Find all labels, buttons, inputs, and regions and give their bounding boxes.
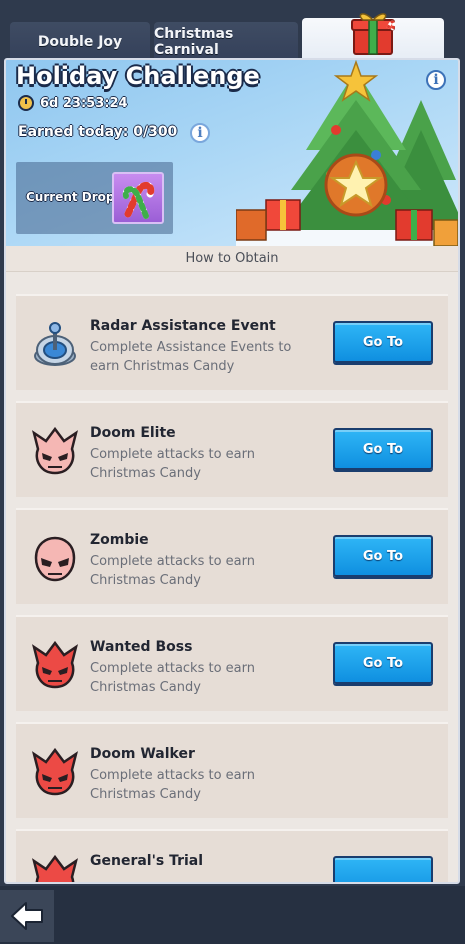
- task-title: Wanted Boss: [90, 639, 193, 655]
- list-item: Doom Elite Complete attacks to earn Chri…: [16, 401, 448, 497]
- task-description: Complete Assistance Events to earn Chris…: [90, 340, 292, 374]
- task-title: General's Trial: [90, 853, 204, 869]
- task-description: Complete attacks to earn Christmas Candy: [90, 554, 255, 588]
- task-description: Complete attacks to earn Christmas Candy: [90, 661, 255, 695]
- radar-icon: [34, 322, 76, 366]
- holiday-challenge-panel: Holiday Challenge i 6d 23:53:24 Earned t…: [4, 58, 460, 884]
- task-title: Doom Elite: [90, 425, 176, 441]
- task-title: Zombie: [90, 532, 149, 548]
- go-to-button[interactable]: Go To: [333, 428, 433, 470]
- list-item: Doom Walker Complete attacks to earn Chr…: [16, 722, 448, 818]
- list-item: General's Trial: [16, 829, 448, 882]
- red-skull-spiked-icon: [32, 641, 78, 689]
- candy-cane-icon: [122, 182, 155, 219]
- go-to-button[interactable]: [333, 856, 433, 882]
- go-to-button[interactable]: Go To: [333, 535, 433, 577]
- tab-bar: Double Joy Christmas Carnival: [10, 13, 446, 69]
- go-to-button[interactable]: Go To: [333, 321, 433, 363]
- current-drop: Current Drop:: [16, 162, 173, 234]
- event-title: Holiday Challenge: [16, 62, 260, 90]
- task-title: Doom Walker: [90, 746, 195, 762]
- tab-double-joy[interactable]: Double Joy: [10, 22, 150, 62]
- tab-christmas-carnival[interactable]: Christmas Carnival: [154, 22, 298, 62]
- timer-text: 6d 23:53:24: [40, 95, 128, 111]
- candy-cane-item[interactable]: [112, 172, 164, 224]
- clock-icon: [18, 95, 34, 111]
- task-list[interactable]: Radar Assistance Event Complete Assistan…: [6, 272, 458, 882]
- earned-today: Earned today: 0/300: [18, 124, 178, 140]
- event-banner: Holiday Challenge i 6d 23:53:24 Earned t…: [6, 60, 458, 246]
- gift-box-icon: [351, 13, 396, 55]
- back-button[interactable]: [0, 890, 54, 942]
- list-item: Wanted Boss Complete attacks to earn Chr…: [16, 615, 448, 711]
- skull-icon: [34, 536, 76, 582]
- tab-holiday-challenge[interactable]: [302, 13, 444, 69]
- list-item: Radar Assistance Event Complete Assistan…: [16, 294, 448, 390]
- earned-info-icon[interactable]: i: [190, 123, 210, 143]
- task-description: Complete attacks to earn Christmas Candy: [90, 447, 255, 481]
- event-timer: 6d 23:53:24: [18, 95, 128, 111]
- event-info-icon[interactable]: i: [426, 70, 446, 90]
- red-skull-spiked-icon: [32, 855, 78, 882]
- go-to-button[interactable]: Go To: [333, 642, 433, 684]
- back-arrow-icon: [11, 902, 43, 930]
- red-skull-spiked-icon: [32, 748, 78, 796]
- skull-spiked-icon: [32, 427, 78, 475]
- bottom-bar: [0, 886, 465, 944]
- current-drop-label: Current Drop:: [26, 190, 120, 204]
- how-to-obtain-header: How to Obtain: [6, 246, 458, 272]
- task-title: Radar Assistance Event: [90, 318, 276, 334]
- christmas-tree-illustration: [236, 60, 458, 246]
- task-description: Complete attacks to earn Christmas Candy: [90, 768, 255, 802]
- list-item: Zombie Complete attacks to earn Christma…: [16, 508, 448, 604]
